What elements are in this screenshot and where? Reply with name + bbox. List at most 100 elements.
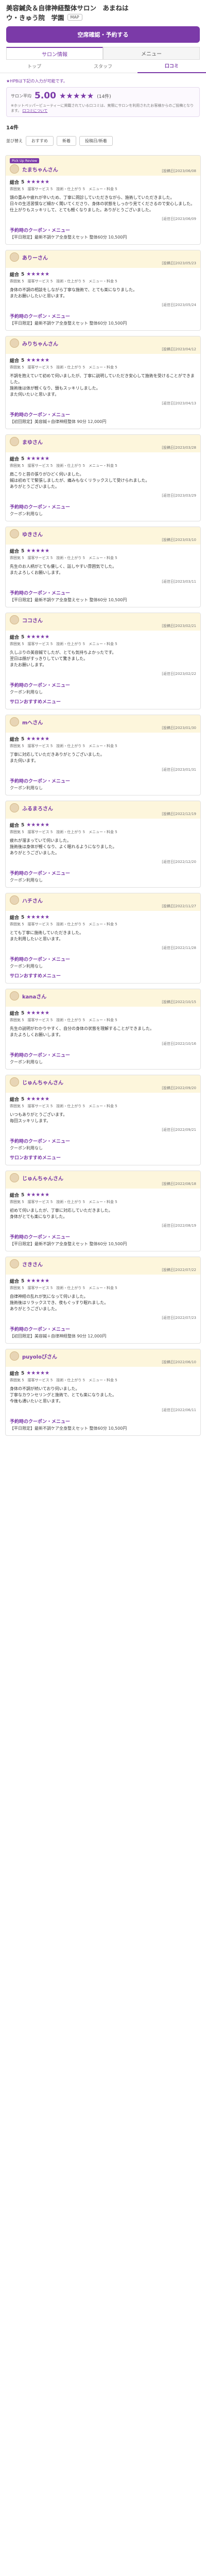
sub-ratings: 雰囲気 5 接客サービス 5 技術・仕上がり 5 メニュー・料金 5 — [10, 830, 117, 834]
avatar-icon — [10, 1173, 19, 1182]
reply-date: [返信日]2023/05/24 — [162, 303, 196, 307]
reviewer-name[interactable]: じゅんちゃんさん — [22, 1174, 63, 1182]
coupon-text[interactable]: クーポン利用なし — [10, 511, 196, 517]
menu-label[interactable]: サロンおすすめメニュー — [10, 972, 196, 979]
star-rating-icon: ★★★★★ — [26, 822, 50, 828]
coupon-text[interactable]: 【初回限定】美容鍼＋自律神経整体 90分 12,000円 — [10, 419, 196, 425]
sub-ratings: 雰囲気 5 接客サービス 5 技術・仕上がり 5 メニュー・料金 5 — [10, 187, 117, 191]
overall-score: 5 — [21, 179, 25, 185]
review-header: kanaさん [投稿日]2022/10/15 — [6, 989, 200, 1007]
overall-label: 総合 — [10, 1193, 20, 1198]
tab-menu[interactable]: メニュー — [103, 47, 200, 59]
sort-bar: 並び替え おすすめ 新着 投稿日/新着 — [0, 132, 206, 150]
avatar-icon — [10, 895, 19, 905]
coupon-text[interactable]: 【平日限定】最新不調ケア全身整えセット 整体60分 10,500円 — [10, 597, 196, 603]
reviewer-name[interactable]: ココさん — [22, 616, 43, 624]
coupon-text[interactable]: クーポン利用なし — [10, 1145, 196, 1151]
reviewer-name[interactable]: puyoloびさん — [22, 1352, 57, 1360]
reserve-button[interactable]: 空席確認・予約する — [6, 26, 200, 43]
reviewer-name[interactable]: まゆさん — [22, 438, 43, 446]
avatar-icon — [10, 437, 19, 446]
overall-score: 5 — [21, 822, 25, 828]
coupon-label: 予約時のクーポン・メニュー — [10, 871, 71, 876]
review-body: 総合 5 ★★★★★ 雰囲気 5 接客サービス 5 技術・仕上がり 5 メニュー・料金… — [6, 1275, 200, 1343]
review-body: 総合 5 ★★★★★ 雰囲気 5 接客サービス 5 技術・仕上がり 5 メニュー・料金… — [6, 1007, 200, 1069]
review-date: [投稿日]2023/06/08 — [162, 169, 196, 173]
menu-label[interactable]: サロンおすすめメニュー — [10, 1154, 196, 1161]
reviewer-name[interactable]: みりちゃんさん — [22, 340, 58, 347]
star-rating-icon: ★★★★★ — [26, 1010, 50, 1016]
map-button[interactable]: MAP — [67, 14, 82, 21]
coupon-text[interactable]: 【平日限定】最新不調ケア全身整えセット 整体60分 10,500円 — [10, 1241, 196, 1247]
coupon-text[interactable]: 【初回限定】美容鍼＋自律神経整体 90分 12,000円 — [10, 1333, 196, 1339]
tab-salon-info[interactable]: サロン情報 — [6, 47, 103, 59]
sub-ratings: 雰囲気 5 接客サービス 5 技術・仕上がり 5 メニュー・料金 5 — [10, 1200, 117, 1204]
review-text: 身体の不調が続いており伺いました。 丁寧なカウンセリングと施術で、とても楽になり… — [10, 1386, 117, 1403]
reviewer-name[interactable]: ふるまろさん — [22, 804, 53, 812]
reviewer-name[interactable]: ありーさん — [22, 253, 48, 261]
reviewer-name[interactable]: ハチさん — [22, 896, 43, 904]
coupon-label: 予約時のクーポン・メニュー — [10, 683, 71, 688]
sub-ratings: 雰囲気 5 接客サービス 5 技術・仕上がり 5 メニュー・料金 5 — [10, 365, 117, 369]
reviewer-name[interactable]: じゅんちゃんさん — [22, 1078, 63, 1086]
review-text: 自律神経の乱れが気になって伺いました。 施術後はリラックスでき、夜もぐっすり眠れ… — [10, 1294, 109, 1311]
star-rating-icon: ★★★★★ — [26, 1278, 50, 1284]
review-text: とても丁寧に施術していただきました。 また利用したいと思います。 — [10, 930, 84, 941]
coupon-text[interactable]: 【平日限定】最新不調ケア全身整えセット 整体60分 10,500円 — [10, 234, 196, 240]
star-rating-icon: ★★★★★ — [26, 1370, 50, 1376]
review-card: じゅんちゃんさん [投稿日]2022/09/20 総合 5 ★★★★★ 雰囲気 5 接客サ… — [5, 1075, 201, 1165]
star-rating-icon: ★★★★★ — [26, 272, 50, 277]
coupon-text[interactable]: 【平日限定】最新不調ケア全身整えセット 整体60分 10,500円 — [10, 1426, 196, 1431]
overall-score: 5 — [21, 456, 25, 462]
review-header: みりちゃんさん [投稿日]2023/04/12 — [6, 336, 200, 354]
main-tabs: サロン情報 メニュー — [6, 47, 200, 60]
subtab-top[interactable]: トップ — [0, 60, 68, 73]
reviewer-name[interactable]: kanaさん — [22, 992, 46, 1000]
coupon-text[interactable]: クーポン利用なし — [10, 963, 196, 969]
review-header: じゅんちゃんさん [投稿日]2022/08/18 — [6, 1171, 200, 1189]
coupon-label: 予約時のクーポン・メニュー — [10, 591, 71, 596]
sub-tabs: トップ スタッフ 口コミ — [0, 60, 206, 73]
review-header: ココさん [投稿日]2023/02/21 — [6, 613, 200, 631]
review-card: kanaさん [投稿日]2022/10/15 総合 5 ★★★★★ 雰囲気 5 接客サービ… — [5, 989, 201, 1070]
review-date: [投稿日]2022/12/19 — [162, 812, 196, 816]
overall-label: 総合 — [10, 1097, 20, 1103]
coupon-label: 予約時のクーポン・メニュー — [10, 1327, 71, 1332]
review-text: 丁寧に対応していただきありがとうございました。 また伺います。 — [10, 752, 105, 763]
coupon-text[interactable]: クーポン利用なし — [10, 785, 196, 791]
coupon-text[interactable]: クーポン利用なし — [10, 1059, 196, 1065]
menu-label[interactable]: サロンおすすめメニュー — [10, 698, 196, 705]
review-text: 肩こりと首の張りがひどく伺いました。 鍼は初めてで緊張しましたが、痛みもなくリラ… — [10, 472, 150, 489]
sort-option-recommended[interactable]: おすすめ — [26, 136, 54, 146]
review-body: 総合 5 ★★★★★ 雰囲気 5 接客サービス 5 技術・仕上がり 5 メニュー・料金… — [6, 733, 200, 795]
reviewer-name[interactable]: たまちゃんさん — [22, 165, 58, 173]
reviewer-name[interactable]: ゆきさん — [22, 530, 43, 538]
coupon-text[interactable]: クーポン利用なし — [10, 877, 196, 883]
reviewer-name[interactable]: さきさん — [22, 1260, 43, 1268]
sub-ratings: 雰囲気 5 接客サービス 5 技術・仕上がり 5 メニュー・料金 5 — [10, 1018, 117, 1022]
overall-label: 総合 — [10, 180, 20, 185]
coupon-label: 予約時のクーポン・メニュー — [10, 779, 71, 784]
review-header: まゆさん [投稿日]2023/03/28 — [6, 435, 200, 452]
sort-option-new[interactable]: 新着 — [57, 136, 76, 146]
reviewer-name[interactable]: mへさん — [22, 718, 43, 726]
sort-option-post-date[interactable]: 投稿日/新着 — [79, 136, 113, 146]
rating-desc-link[interactable]: 口コミについて — [23, 109, 48, 113]
coupon-label: 予約時のクーポン・メニュー — [10, 314, 71, 319]
review-card: じゅんちゃんさん [投稿日]2022/08/18 総合 5 ★★★★★ 雰囲気 5 接客サ… — [5, 1171, 201, 1251]
coupon-text[interactable]: 【平日限定】最新不調ケア全身整えセット 整体60分 10,500円 — [10, 320, 196, 326]
review-list: Pick Up Review たまちゃんさん [投稿日]2023/06/08 総合 5 ★… — [0, 155, 206, 1436]
review-card: ありーさん [投稿日]2023/05/23 総合 5 ★★★★★ 雰囲気 5 接客サービス… — [5, 250, 201, 331]
review-body: 総合 5 ★★★★★ 雰囲気 5 接客サービス 5 技術・仕上がり 5 メニュー・料金… — [6, 176, 200, 244]
subtab-staff[interactable]: スタッフ — [68, 60, 137, 73]
avatar-icon — [10, 1259, 19, 1268]
sub-ratings: 雰囲気 5 接客サービス 5 技術・仕上がり 5 メニュー・料金 5 — [10, 744, 117, 748]
star-rating-icon: ★★★★★ — [26, 548, 50, 554]
coupon-text[interactable]: クーポン利用なし — [10, 689, 196, 695]
notice-text: ★HPBは下記の入力が可能です。 — [6, 79, 67, 83]
sub-ratings: 雰囲気 5 接客サービス 5 技術・仕上がり 5 メニュー・料金 5 — [10, 922, 117, 926]
subtab-reviews[interactable]: 口コミ — [137, 59, 206, 73]
overall-score: 5 — [21, 548, 25, 554]
coupon-label: 予約時のクーポン・メニュー — [10, 1419, 71, 1425]
overall-score: 5 — [21, 1010, 25, 1016]
